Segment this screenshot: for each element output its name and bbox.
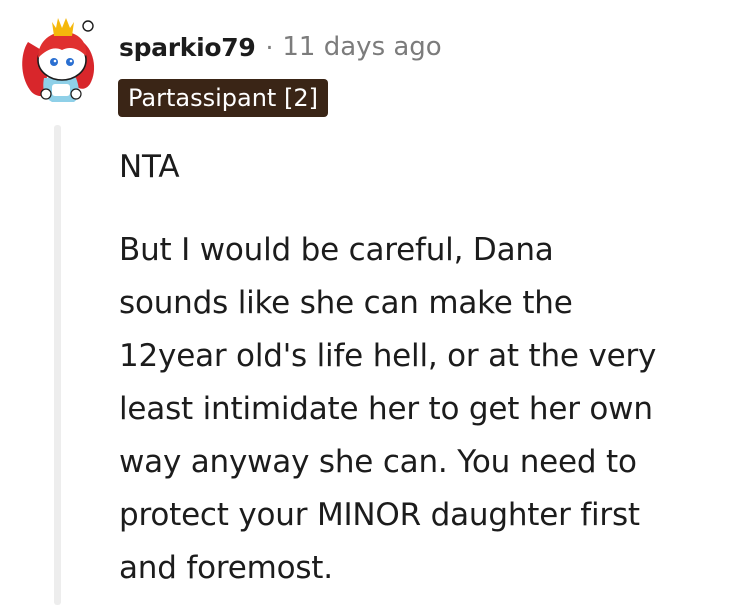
comment-body: NTA But I would be careful, Dana sounds …: [119, 141, 719, 595]
meta-separator: ·: [265, 32, 274, 62]
thread-collapse-line[interactable]: [54, 125, 61, 605]
comment-timestamp[interactable]: 11 days ago: [282, 32, 441, 62]
user-flair-badge: Partassipant [2]: [118, 79, 328, 117]
username-link[interactable]: sparkio79: [119, 33, 256, 62]
snoo-avatar-icon: [22, 18, 95, 102]
comment-paragraph: NTA: [119, 149, 180, 185]
user-avatar[interactable]: [18, 14, 100, 108]
comment-header: sparkio79 · 11 days ago: [119, 27, 442, 67]
comment-paragraph: But I would be careful, Dana sounds like…: [119, 232, 657, 586]
